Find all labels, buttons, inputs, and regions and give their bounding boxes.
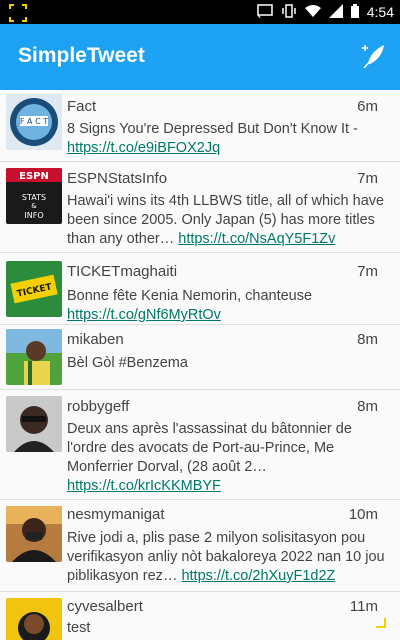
tweet-link[interactable]: https://t.co/2hXuyF1d2Z	[181, 568, 335, 584]
avatar[interactable]: F A C T	[6, 94, 62, 150]
tweet-author[interactable]: TICKETmaghaiti	[67, 263, 177, 280]
tweet-author[interactable]: nesmymanigat	[67, 506, 165, 523]
screenshot-marker-icon	[8, 3, 28, 23]
vibrate-icon	[281, 3, 297, 21]
tweet-body: 8 Signs You're Depressed But Don't Know …	[67, 120, 393, 158]
tweet-body: Bonne fête Kenia Nemorin, chanteuse http…	[67, 287, 393, 325]
tweet-time: 8m	[357, 398, 378, 415]
tweet-author[interactable]: mikaben	[67, 331, 124, 348]
wifi-icon	[304, 4, 321, 21]
tweet-author[interactable]: Fact	[67, 98, 96, 115]
tweet-body: Rive jodi a, plis pase 2 milyon solisita…	[67, 529, 393, 586]
tweet-row[interactable]: nesmymanigat 10m Rive jodi a, plis pase …	[0, 500, 400, 592]
tweet-row[interactable]: robbygeff 8m Deux ans après l'assassinat…	[0, 390, 400, 500]
tweet-row[interactable]: ESPN STATS & INFO ESPNStatsInfo 7m Hawai…	[0, 162, 400, 253]
status-time: 4:54	[366, 4, 394, 20]
svg-text:ESPN: ESPN	[19, 171, 49, 182]
svg-text:STATS: STATS	[22, 193, 46, 202]
tweet-body: test	[67, 619, 393, 638]
avatar[interactable]	[6, 329, 62, 385]
tweet-link[interactable]: https://t.co/gNf6MyRtOv	[67, 307, 221, 323]
tweet-text: 8 Signs You're Depressed But Don't Know …	[67, 121, 358, 137]
tweet-timeline[interactable]: F A C T Fact 6m 8 Signs You're Depressed…	[0, 90, 400, 640]
tweet-text: test	[67, 620, 91, 636]
svg-text:&: &	[31, 202, 37, 210]
tweet-row[interactable]: mikaben 8m Bèl Gòl #Benzema	[0, 325, 400, 390]
tweet-time: 10m	[348, 506, 378, 523]
svg-text:F A C T: F A C T	[20, 117, 48, 126]
app-bar: SimpleTweet	[0, 24, 400, 90]
tweet-link[interactable]: https://t.co/krIcKKMBYF	[67, 478, 221, 494]
tweet-row[interactable]: F A C T Fact 6m 8 Signs You're Depressed…	[0, 90, 400, 162]
tweet-link[interactable]: https://t.co/e9iBFOX2Jq	[67, 140, 220, 156]
tweet-body: Bèl Gòl #Benzema	[67, 354, 393, 373]
screenshot-corner-marker	[376, 618, 386, 628]
status-bar: 4:54	[0, 0, 400, 24]
tweet-time: 11m	[349, 598, 378, 615]
app-title: SimpleTweet	[18, 44, 145, 67]
tweet-text: Bèl Gòl #Benzema	[67, 355, 188, 371]
tweet-time: 7m	[357, 263, 378, 280]
cast-icon	[257, 3, 273, 21]
tweet-author[interactable]: robbygeff	[67, 398, 129, 415]
tweet-author[interactable]: cyvesalbert	[67, 598, 143, 615]
avatar[interactable]	[6, 396, 62, 452]
tweet-time: 8m	[357, 331, 378, 348]
avatar[interactable]	[6, 506, 62, 562]
tweet-link[interactable]: https://t.co/NsAqY5F1Zv	[178, 231, 335, 247]
avatar[interactable]: TICKET	[6, 261, 62, 317]
battery-icon	[350, 3, 359, 21]
tweet-row[interactable]: TICKET TICKETmaghaiti 7m Bonne fête Keni…	[0, 253, 400, 325]
tweet-body: Hawai'i wins its 4th LLBWS title, all of…	[67, 192, 393, 249]
tweet-time: 7m	[357, 170, 378, 187]
svg-text:INFO: INFO	[24, 211, 43, 220]
tweet-row[interactable]: cyvesalbert 11m test	[0, 592, 400, 640]
tweet-text: Deux ans après l'assassinat du bâtonnier…	[67, 421, 352, 475]
tweet-body: Deux ans après l'assassinat du bâtonnier…	[67, 420, 393, 496]
tweet-time: 6m	[357, 98, 378, 115]
signal-icon	[328, 3, 343, 21]
tweet-author[interactable]: ESPNStatsInfo	[67, 170, 167, 187]
compose-feather-icon[interactable]	[360, 42, 386, 70]
avatar[interactable]: ESPN STATS & INFO	[6, 168, 62, 224]
tweet-text: Bonne fête Kenia Nemorin, chanteuse	[67, 288, 313, 304]
avatar[interactable]	[6, 598, 62, 640]
status-icons: 4:54	[257, 0, 394, 24]
